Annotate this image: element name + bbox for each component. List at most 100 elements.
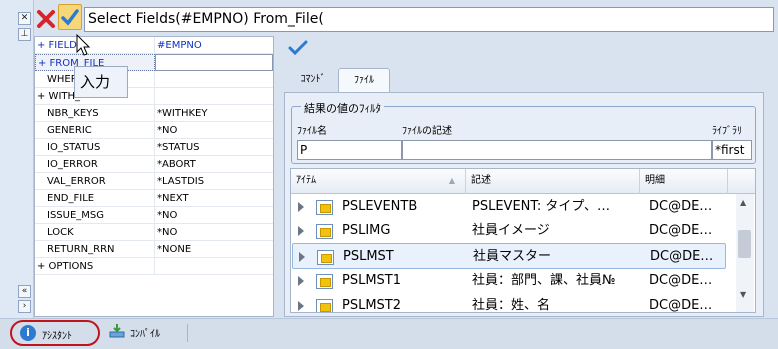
property-row[interactable]: GENERIC *NO — [35, 122, 273, 139]
compile-label: ｺﾝﾊﾟｲﾙ — [130, 329, 160, 340]
property-key: IO_STATUS — [35, 139, 155, 156]
item-detail: DC@DE… — [649, 223, 713, 238]
property-value[interactable] — [155, 88, 273, 105]
property-row[interactable]: NBR_KEYS *WITHKEY — [35, 105, 273, 122]
property-row[interactable]: + WITH_ — [35, 88, 273, 105]
property-row[interactable]: ISSUE_MSG *NO — [35, 207, 273, 224]
pin-icon[interactable]: ⊥ — [18, 28, 31, 41]
expand-arrow-icon[interactable] — [298, 301, 304, 311]
property-key: NBR_KEYS — [35, 105, 155, 122]
library-label: ﾗｲﾌﾞﾗﾘ — [712, 126, 742, 137]
property-key: END_FILE — [35, 190, 155, 207]
property-row[interactable]: IO_ERROR *ABORT — [35, 156, 273, 173]
divider — [187, 324, 188, 342]
property-value[interactable]: *NO — [155, 207, 273, 224]
property-row[interactable]: + FROM_FILE — [35, 54, 273, 71]
list-item[interactable]: PSLMST1 社員：部門、課、社員№ DC@DE… — [292, 268, 726, 294]
property-key: VAL_ERROR — [35, 173, 155, 190]
file-list-header: ｱｲﾃﾑ ▲ 記述 明細 — [291, 169, 755, 194]
column-header-desc[interactable]: 記述 — [466, 169, 640, 194]
item-detail: DC@DE… — [649, 199, 713, 214]
close-panel-button[interactable]: ✕ — [18, 12, 31, 25]
item-detail: DC@DE… — [649, 298, 713, 312]
property-grid: + FIELD #EMPNO + FROM_FILE WHERE + WITH_ … — [34, 36, 274, 317]
property-value[interactable]: *LASTDIS — [155, 173, 273, 190]
expand-arrow-icon[interactable] — [298, 202, 304, 212]
property-row[interactable]: RETURN_RRN *NONE — [35, 241, 273, 258]
item-name: PSLIMG — [342, 223, 391, 238]
item-desc: 社員マスター — [473, 249, 552, 264]
property-row[interactable]: IO_STATUS *STATUS — [35, 139, 273, 156]
file-name-label: ﾌｧｲﾙ名 — [297, 126, 327, 137]
item-name: PSLMST1 — [342, 273, 402, 288]
property-value-input[interactable] — [155, 54, 273, 71]
expand-arrow-icon[interactable] — [299, 252, 305, 262]
property-value[interactable]: *WITHKEY — [155, 105, 273, 122]
property-row[interactable]: END_FILE *NEXT — [35, 190, 273, 207]
property-row[interactable]: LOCK *NO — [35, 224, 273, 241]
property-row[interactable]: + OPTIONS — [35, 258, 273, 275]
file-desc-input[interactable] — [402, 140, 712, 160]
list-item-selected[interactable]: PSLMST 社員マスター DC@DE… — [292, 243, 726, 269]
expand-arrow-icon[interactable] — [298, 276, 304, 286]
list-item[interactable]: PSLEVENTB PSLEVENT: タイプ、… DC@DE… — [292, 194, 726, 220]
property-row[interactable]: VAL_ERROR *LASTDIS — [35, 173, 273, 190]
property-value[interactable]: *ABORT — [155, 156, 273, 173]
property-value[interactable]: #EMPNO — [155, 37, 273, 54]
property-key: IO_ERROR — [35, 156, 155, 173]
property-row[interactable]: WHERE — [35, 71, 273, 88]
property-key: + FIELD — [35, 37, 155, 54]
file-icon — [316, 299, 333, 312]
item-desc: 社員：姓、名 — [472, 298, 551, 312]
file-icon — [316, 274, 333, 289]
list-item[interactable]: PSLMST2 社員：姓、名 DC@DE… — [292, 293, 726, 312]
list-scrollbar[interactable]: ▲ ▼ — [736, 194, 754, 312]
scroll-down-icon[interactable]: ▼ — [740, 290, 746, 299]
property-value[interactable]: *NEXT — [155, 190, 273, 207]
file-name-input[interactable]: P — [297, 140, 402, 160]
confirm-button[interactable] — [58, 4, 82, 30]
property-value[interactable]: *NONE — [155, 241, 273, 258]
mouse-cursor-icon — [76, 34, 91, 56]
property-key: ISSUE_MSG — [35, 207, 155, 224]
list-item[interactable]: PSLIMG 社員イメージ DC@DE… — [292, 218, 726, 244]
property-key: + OPTIONS — [35, 258, 155, 275]
file-icon — [316, 224, 333, 239]
property-key: LOCK — [35, 224, 155, 241]
assistant-button[interactable]: i ｱｼｽﾀﾝﾄ — [10, 320, 100, 346]
property-value[interactable] — [155, 258, 273, 275]
tab-command[interactable]: ｺﾏﾝﾄﾞ — [289, 68, 337, 93]
property-row[interactable]: + FIELD #EMPNO — [35, 37, 273, 54]
item-name: PSLMST — [343, 249, 394, 264]
property-value[interactable]: *NO — [155, 224, 273, 241]
compile-button[interactable]: ｺﾝﾊﾟｲﾙ — [108, 322, 188, 344]
expand-right-button[interactable]: › — [18, 300, 31, 313]
item-desc: 社員イメージ — [472, 223, 550, 238]
item-name: PSLMST2 — [342, 298, 402, 312]
info-icon: i — [20, 325, 36, 341]
collapse-left-button[interactable]: « — [18, 285, 31, 298]
file-icon — [317, 250, 334, 265]
expand-arrow-icon[interactable] — [298, 226, 304, 236]
input-tooltip: 入力 — [74, 66, 128, 98]
sort-up-icon: ▲ — [448, 176, 455, 185]
command-input[interactable]: Select Fields(#EMPNO) From_File( — [84, 7, 774, 32]
item-desc: PSLEVENT: タイプ、… — [472, 199, 611, 214]
scroll-thumb[interactable] — [738, 230, 751, 258]
item-name: PSLEVENTB — [342, 199, 418, 214]
library-input[interactable]: *first — [712, 140, 752, 160]
property-value[interactable] — [155, 71, 273, 88]
assistant-label: ｱｼｽﾀﾝﾄ — [42, 331, 72, 342]
property-value[interactable]: *STATUS — [155, 139, 273, 156]
item-desc: 社員：部門、課、社員№ — [472, 273, 616, 288]
scroll-up-icon[interactable]: ▲ — [740, 198, 746, 207]
property-value[interactable]: *NO — [155, 122, 273, 139]
apply-check-icon[interactable] — [287, 38, 309, 58]
tab-file[interactable]: ﾌｧｲﾙ — [338, 68, 390, 93]
left-rail: ✕ ⊥ « › — [0, 0, 34, 320]
column-header-detail[interactable]: 明細 — [640, 169, 728, 194]
item-detail: DC@DE… — [649, 273, 713, 288]
file-desc-label: ﾌｧｲﾙの記述 — [402, 126, 452, 137]
cancel-icon[interactable] — [36, 9, 56, 29]
column-header-item[interactable]: ｱｲﾃﾑ ▲ — [291, 169, 466, 194]
